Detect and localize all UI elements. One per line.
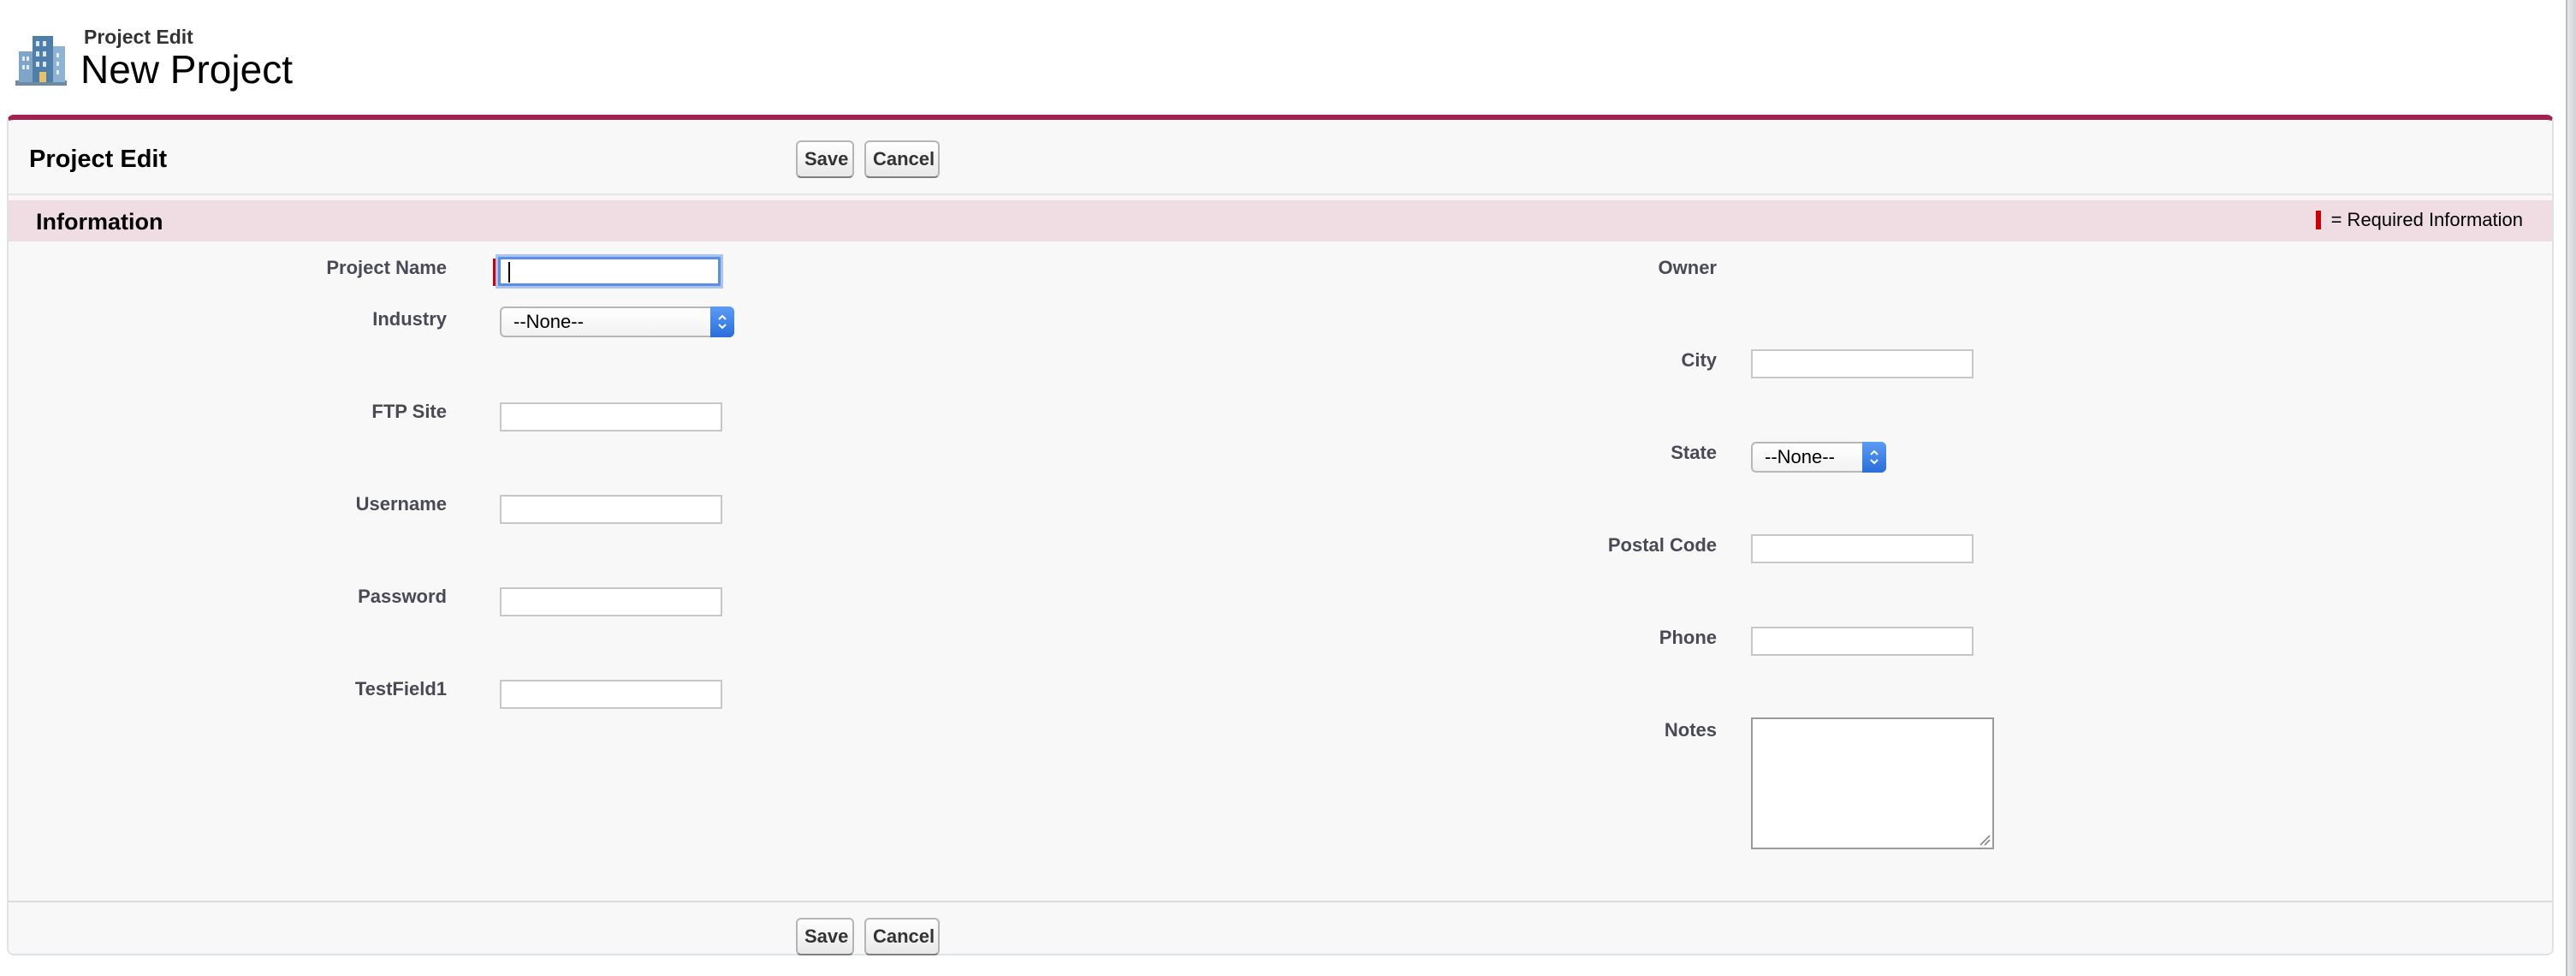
panel-title: Project Edit — [29, 146, 168, 173]
select-arrows-icon — [1862, 442, 1886, 473]
page-title: New Project — [80, 47, 293, 92]
password-input[interactable] — [500, 587, 722, 616]
page-header: Project Edit New Project — [14, 24, 293, 92]
state-select[interactable]: --None-- — [1751, 442, 1886, 473]
industry-label: Industry — [372, 308, 447, 330]
postal-code-label: Postal Code — [1607, 534, 1717, 556]
phone-input[interactable] — [1751, 627, 1974, 656]
select-arrows-icon — [710, 306, 734, 337]
postal-code-input[interactable] — [1751, 534, 1974, 563]
owner-label: Owner — [1658, 257, 1717, 278]
panel-top-toolbar: Project Edit Save Cancel — [9, 120, 2552, 195]
required-legend-text: = Required Information — [2330, 209, 2523, 230]
save-button-top[interactable]: Save — [796, 140, 854, 178]
ftp-site-label: FTP Site — [371, 401, 447, 422]
required-indicator-icon — [2315, 211, 2321, 229]
save-button-bottom[interactable]: Save — [796, 918, 854, 955]
cancel-button-top[interactable]: Cancel — [864, 140, 940, 178]
project-name-input[interactable] — [498, 257, 721, 286]
ftp-site-input[interactable] — [500, 402, 722, 431]
resize-grip-icon[interactable] — [1979, 834, 1991, 846]
testfield1-input[interactable] — [500, 680, 722, 709]
notes-textarea[interactable] — [1751, 717, 1994, 849]
city-input[interactable] — [1751, 349, 1974, 378]
notes-label: Notes — [1664, 719, 1717, 741]
industry-select-value: --None-- — [513, 311, 584, 332]
panel-bottom-toolbar: Save Cancel — [9, 901, 2552, 961]
state-select-value: --None-- — [1765, 446, 1835, 467]
username-label: Username — [355, 493, 447, 515]
cancel-button-bottom[interactable]: Cancel — [864, 918, 940, 955]
testfield1-label: TestField1 — [354, 678, 447, 699]
industry-select[interactable]: --None-- — [500, 306, 734, 337]
section-title: Information — [36, 209, 163, 235]
username-input[interactable] — [500, 495, 722, 524]
window-scrollbar[interactable] — [2566, 0, 2576, 976]
page-subtitle: Project Edit — [84, 26, 193, 48]
building-icon — [15, 36, 67, 86]
phone-label: Phone — [1659, 627, 1717, 648]
text-caret — [508, 262, 510, 283]
required-legend: = Required Information — [2315, 209, 2523, 231]
project-name-label: Project Name — [326, 257, 447, 278]
information-section-header: Information = Required Information — [9, 200, 2552, 241]
password-label: Password — [358, 586, 447, 607]
state-label: State — [1671, 442, 1717, 463]
project-edit-panel: Project Edit Save Cancel Information = R… — [7, 115, 2554, 955]
city-label: City — [1681, 349, 1717, 371]
